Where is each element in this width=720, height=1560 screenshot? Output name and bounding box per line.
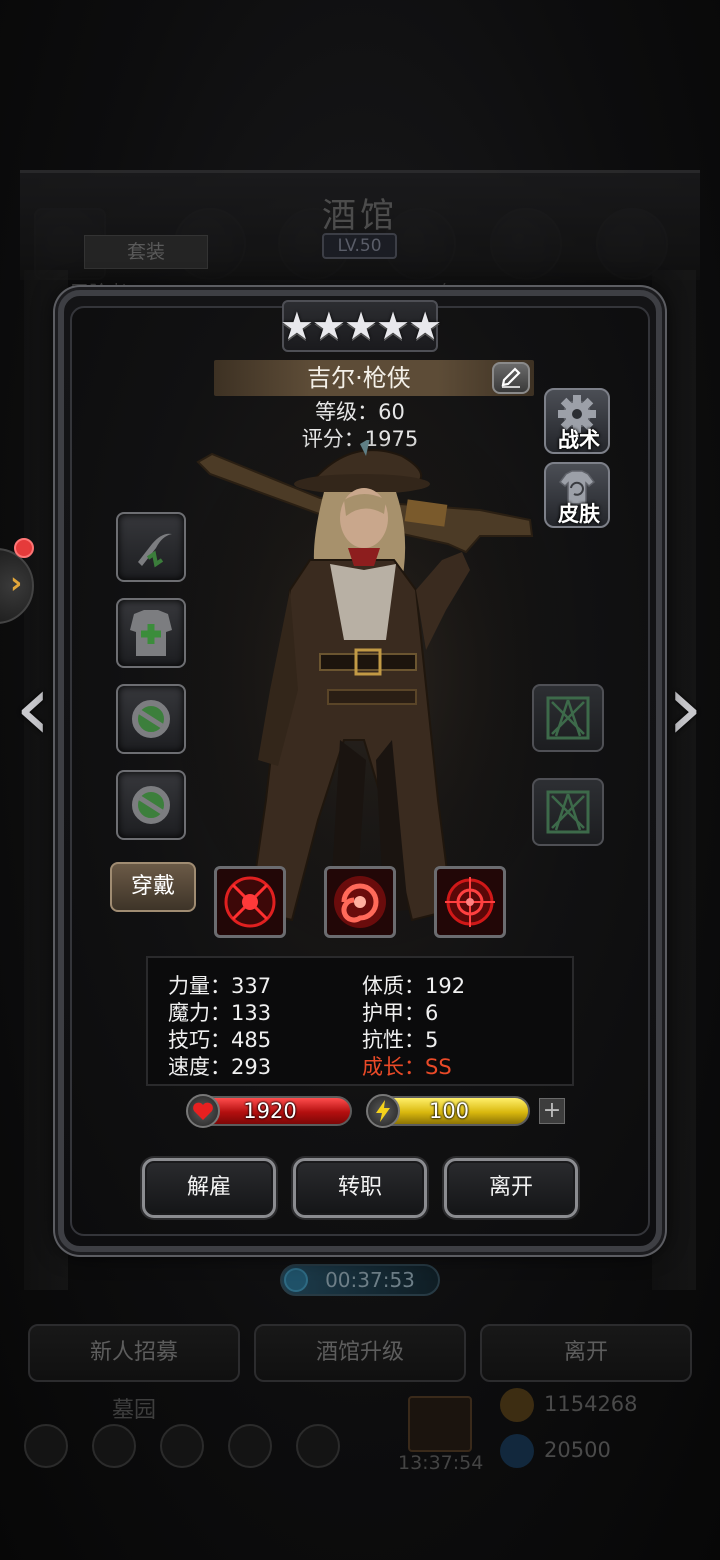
- hero-name: 吉尔·枪侠: [307, 364, 411, 392]
- armor-icon: [130, 610, 172, 656]
- chevron-left-icon: ‹: [14, 654, 52, 761]
- ring-icon: [132, 700, 170, 738]
- skill-slot-1[interactable]: [214, 866, 286, 938]
- gold-icon: [500, 1388, 534, 1422]
- timer-icon: [284, 1268, 308, 1292]
- gem-amount: 20500: [544, 1438, 611, 1462]
- tavern-level: LV.50: [322, 233, 397, 259]
- rename-button[interactable]: [492, 362, 530, 394]
- target-skill-icon: [445, 877, 495, 927]
- chest-icon: [408, 1396, 472, 1452]
- vortex-skill-icon: [334, 876, 386, 928]
- armor-slot[interactable]: [116, 598, 186, 668]
- tavern-leave-button: 离开: [480, 1324, 692, 1382]
- bottom-icon: [296, 1424, 340, 1468]
- bottom-icon: [24, 1424, 68, 1468]
- energy-bar: 100: [366, 1094, 530, 1128]
- bottom-icon: [92, 1424, 136, 1468]
- notification-dot: [14, 538, 34, 558]
- next-hero-button[interactable]: ›: [660, 662, 710, 756]
- tavern-title: 酒馆: [322, 196, 398, 236]
- dismiss-button[interactable]: 解雇: [142, 1158, 276, 1218]
- rune-icon: [546, 696, 590, 740]
- ring-slot-2[interactable]: [116, 770, 186, 840]
- hero-stars: ★★★★★: [279, 304, 442, 348]
- ring-slot-1[interactable]: [116, 684, 186, 754]
- bottom-icon: [160, 1424, 204, 1468]
- stat-resistance: 抗性：5: [362, 1028, 439, 1052]
- pencil-icon: [501, 367, 521, 388]
- stat-strength: 力量：337: [168, 974, 272, 998]
- stat-constitution: 体质：192: [362, 974, 466, 998]
- recruit-button: 新人招募: [28, 1324, 240, 1382]
- wear-button[interactable]: 穿戴: [110, 862, 196, 912]
- stat-growth: 成长：SS: [362, 1055, 452, 1079]
- stat-magic: 魔力：133: [168, 1001, 272, 1025]
- stat-armor: 护甲：6: [362, 1001, 439, 1025]
- chevron-right-icon: ›: [666, 654, 704, 761]
- skill-slot-2[interactable]: [324, 866, 396, 938]
- sickle-icon: [138, 533, 172, 568]
- stat-speed: 速度：293: [168, 1055, 272, 1079]
- graveyard-label: 墓园: [112, 1398, 157, 1423]
- chest-timer: 13:37:54: [398, 1452, 484, 1474]
- set-tab: 套装: [84, 235, 208, 269]
- prev-hero-button[interactable]: ‹: [8, 662, 58, 756]
- rune-slot-1[interactable]: [532, 684, 604, 752]
- add-energy-button[interactable]: +: [539, 1098, 565, 1124]
- hero-level: 等级：60: [315, 400, 405, 424]
- bottom-icon: [228, 1424, 272, 1468]
- ring-icon: [132, 786, 170, 824]
- chevron-right-icon: ›: [10, 566, 23, 601]
- skill-slot-3[interactable]: [434, 866, 506, 938]
- weapon-slot[interactable]: [116, 512, 186, 582]
- stat-skill: 技巧：485: [168, 1028, 272, 1052]
- gold-amount: 1154268: [544, 1392, 638, 1416]
- tavern-upgrade-button: 酒馆升级: [254, 1324, 466, 1382]
- gem-icon: [500, 1434, 534, 1468]
- hp-value: 1920: [243, 1099, 297, 1123]
- transfer-class-button[interactable]: 转职: [293, 1158, 427, 1218]
- energy-value: 100: [428, 1099, 470, 1123]
- leave-button[interactable]: 离开: [444, 1158, 578, 1218]
- rune-icon: [546, 790, 590, 834]
- crosshair-skill-icon: [224, 876, 276, 928]
- rune-slot-2[interactable]: [532, 778, 604, 846]
- hp-bar: 1920: [186, 1094, 352, 1128]
